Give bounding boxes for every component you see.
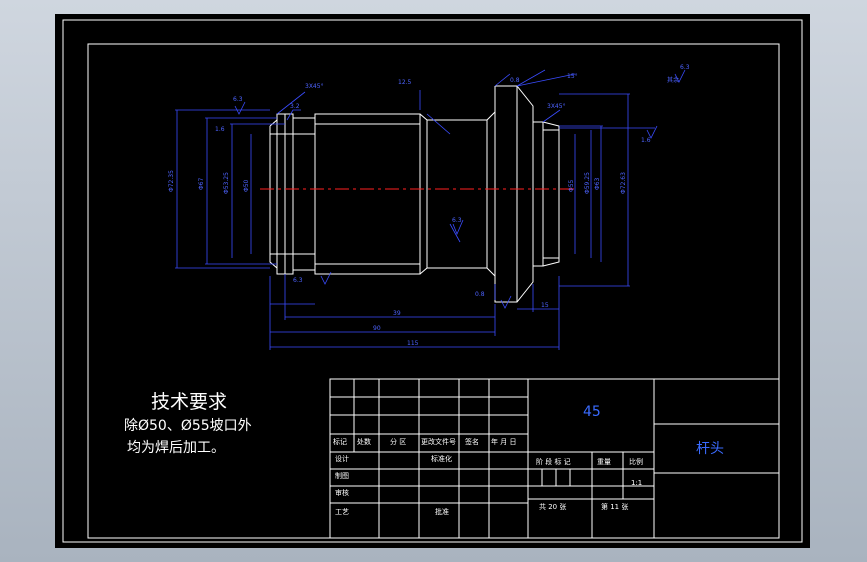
dim-right-mid: Φ63 xyxy=(594,177,601,190)
dim-right-outer: Φ72.63 xyxy=(620,172,627,194)
requirements-title: 技术要求 xyxy=(151,391,227,413)
tb-label-weight: 重量 xyxy=(597,458,611,466)
dim-left-mid: Φ67 xyxy=(198,177,205,190)
rough-a: 6.3 xyxy=(233,96,243,103)
tb-part-name: 杆头 xyxy=(696,441,724,457)
rough-i: 0.8 xyxy=(475,291,485,298)
tb-scale-value: 1:1 xyxy=(631,479,642,487)
dim-left-in1: Φ53.25 xyxy=(223,172,230,194)
requirements-line1: 除Ø50、Ø55坡口外 xyxy=(124,418,252,434)
tb-label-standard: 标准化 xyxy=(431,454,452,463)
tb-label-scale: 比例 xyxy=(629,457,643,466)
dim-right-in2: Φ55 xyxy=(568,179,575,192)
requirements-line2: 均为焊后加工。 xyxy=(127,440,225,456)
tb-label-sign: 签名 xyxy=(465,437,479,446)
dimension-texts: Φ72.35 Φ67 Φ53.25 Φ50 Φ55 Φ59.25 Φ63 Φ72… xyxy=(168,64,690,347)
part-drawing xyxy=(260,85,575,303)
dim-left-in2: Φ50 xyxy=(243,179,250,192)
tb-material: 45 xyxy=(583,404,601,420)
dimension-lines xyxy=(175,69,686,350)
rough-h: 6.3 xyxy=(293,277,303,284)
title-block: 标记 处数 分 区 更改文件号 签名 年 月 日 设计 标准化 制图 审核 工艺… xyxy=(329,378,780,539)
inner-frame xyxy=(87,43,780,539)
tb-label-docno: 更改文件号 xyxy=(421,437,456,446)
dim-mid-length: 90 xyxy=(373,325,381,332)
tb-label-mark: 标记 xyxy=(333,437,347,446)
outer-frame xyxy=(62,19,803,543)
rough-rest-label: 其余 xyxy=(667,76,679,84)
tb-label-drafter: 制图 xyxy=(335,471,349,480)
rough-g: 1.6 xyxy=(641,137,651,144)
dim-small-length: 15 xyxy=(541,302,549,309)
rough-d: 12.5 xyxy=(398,79,412,86)
tb-sheet-number: 第 11 张 xyxy=(601,502,628,511)
tb-label-review: 审核 xyxy=(335,488,349,497)
tb-label-stage: 阶 段 标 记 xyxy=(536,457,571,466)
dim-total-length: 115 xyxy=(407,340,419,347)
tb-label-design: 设计 xyxy=(335,454,349,463)
drawing-canvas: Φ72.35 Φ67 Φ53.25 Φ50 Φ55 Φ59.25 Φ63 Φ72… xyxy=(55,14,810,548)
technical-requirements: 技术要求 除Ø50、Ø55坡口外 均为焊后加工。 xyxy=(124,391,252,456)
rough-e: 0.8 xyxy=(510,77,520,84)
rough-c: 3.2 xyxy=(290,103,300,110)
rough-f: 6.3 xyxy=(452,217,462,224)
tb-label-zone: 分 区 xyxy=(390,437,406,446)
tb-label-approve: 批准 xyxy=(435,507,449,516)
dim-chamfer-right: 3X45° xyxy=(547,103,566,110)
dim-left-outer: Φ72.35 xyxy=(168,170,175,192)
tb-label-process: 工艺 xyxy=(335,508,349,516)
tb-label-date: 年 月 日 xyxy=(491,437,516,446)
rough-b: 1.6 xyxy=(215,126,225,133)
rough-rest-value: 6.3 xyxy=(680,64,690,71)
tb-label-count: 处数 xyxy=(357,437,371,446)
dim-right-in1: Φ59.25 xyxy=(584,172,591,194)
dim-angle: 15° xyxy=(567,73,578,80)
dim-part-length: 39 xyxy=(393,310,401,317)
tb-total-sheets: 共 20 张 xyxy=(539,502,566,511)
dim-chamfer-left: 3X45° xyxy=(305,83,324,90)
